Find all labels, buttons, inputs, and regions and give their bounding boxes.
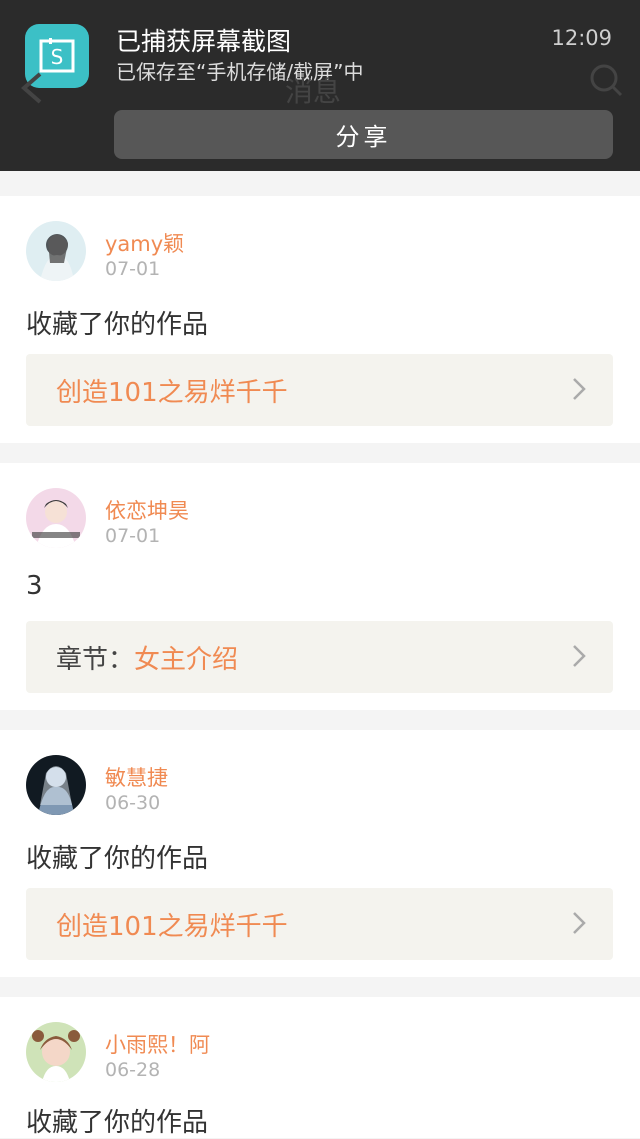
svg-text:S: S <box>51 45 64 69</box>
chapter-reference-text: 章节：女主介绍 <box>56 639 238 676</box>
list-item: 小雨熙！阿 06-28 收藏了你的作品 <box>0 997 640 1138</box>
notification-time: 12:09 <box>551 26 612 50</box>
avatar[interactable] <box>26 1022 86 1082</box>
list-item: 敏慧捷 06-30 收藏了你的作品 创造101之易烊千千 <box>0 730 640 977</box>
work-reference-link[interactable]: 创造101之易烊千千 <box>26 888 613 960</box>
username[interactable]: yamy颖 <box>105 228 184 258</box>
background-page-title: 消息 <box>285 75 342 108</box>
search-icon[interactable] <box>588 62 624 105</box>
list-item: yamy颖 07-01 收藏了你的作品 创造101之易烊千千 <box>0 196 640 443</box>
activity-message: 收藏了你的作品 <box>26 1108 209 1138</box>
timestamp: 06-28 <box>105 1059 161 1081</box>
work-reference-link[interactable]: 创造101之易烊千千 <box>26 354 613 426</box>
username[interactable]: 小雨熙！阿 <box>105 1029 210 1059</box>
screenshot-notification[interactable]: S 已捕获屏幕截图 已保存至“手机存储/截屏”中 12:09 消息 分享 <box>0 0 640 171</box>
username[interactable]: 敏慧捷 <box>105 762 168 792</box>
chapter-label: 章节： <box>56 644 135 675</box>
chevron-right-icon <box>571 910 587 940</box>
share-button[interactable]: 分享 <box>114 110 613 159</box>
chapter-reference-link[interactable]: 章节：女主介绍 <box>26 621 613 693</box>
work-title: 创造101之易烊千千 <box>56 911 288 942</box>
chapter-title: 女主介绍 <box>134 644 239 675</box>
notification-title: 已捕获屏幕截图 <box>116 27 292 56</box>
chevron-right-icon <box>571 376 587 406</box>
timestamp: 06-30 <box>105 792 161 814</box>
activity-message: 3 <box>26 571 43 601</box>
list-item: 依恋坤昊 07-01 3 章节：女主介绍 <box>0 463 640 710</box>
timestamp: 07-01 <box>105 525 161 547</box>
back-chevron-icon[interactable] <box>18 70 46 113</box>
username[interactable]: 依恋坤昊 <box>105 495 189 525</box>
avatar[interactable] <box>26 488 86 548</box>
avatar[interactable] <box>26 221 86 281</box>
chevron-right-icon <box>571 643 587 673</box>
avatar[interactable] <box>26 755 86 815</box>
activity-message: 收藏了你的作品 <box>26 310 209 340</box>
activity-message: 收藏了你的作品 <box>26 844 209 874</box>
timestamp: 07-01 <box>105 258 161 280</box>
work-title: 创造101之易烊千千 <box>56 377 288 408</box>
